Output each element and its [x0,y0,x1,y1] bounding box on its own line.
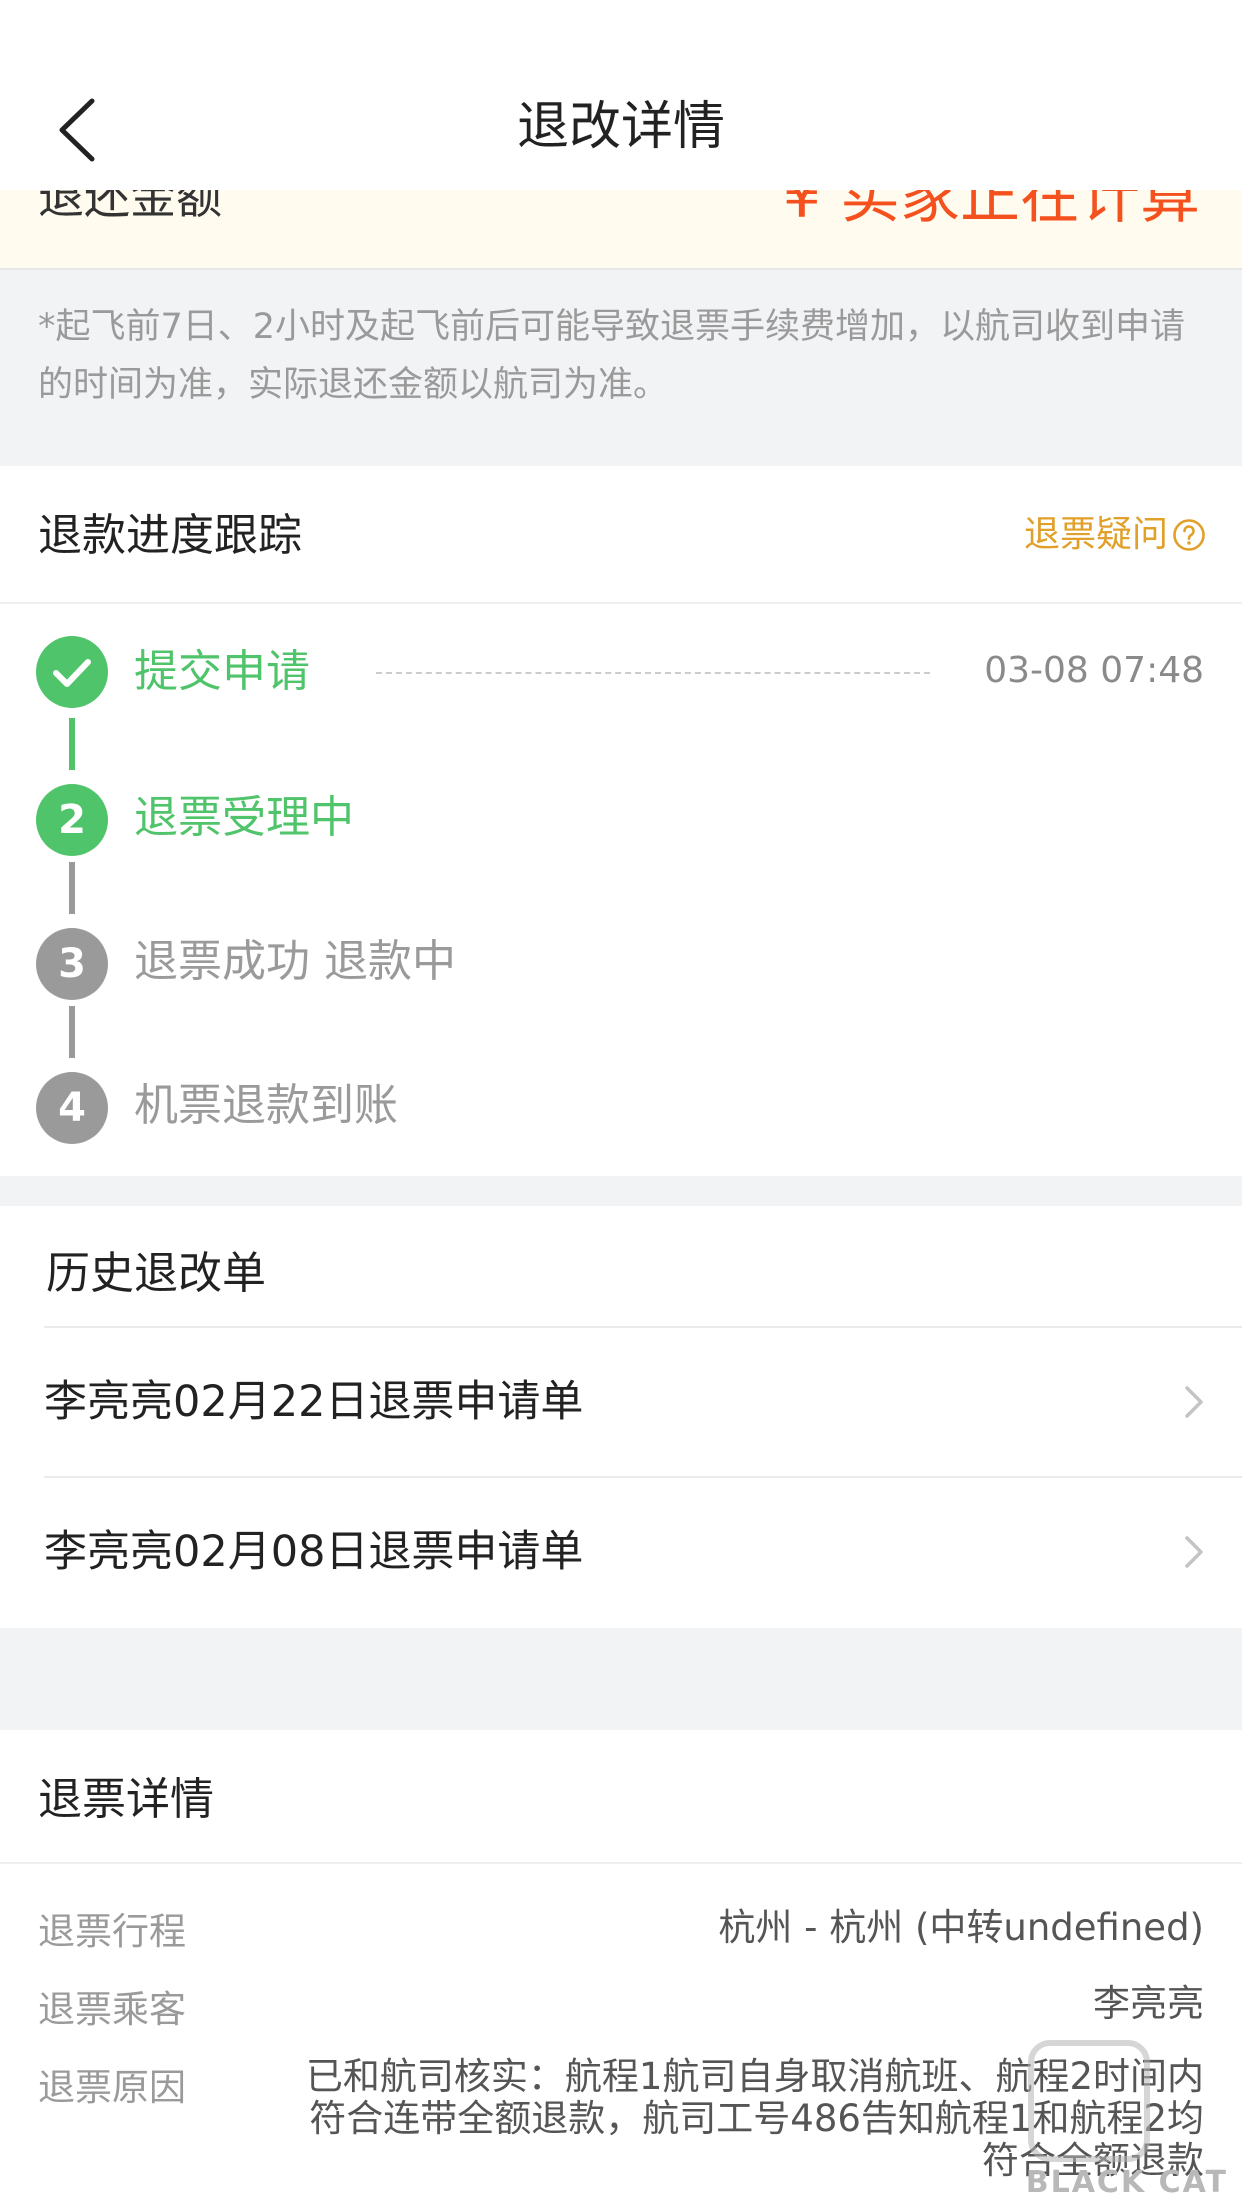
history-title: 历史退改单 [46,1248,266,1299]
passenger-value: 李亮亮 [1093,1982,1204,2025]
details-divider [0,1862,1242,1864]
chevron-right-icon [1185,1386,1203,1418]
refund-question-link[interactable]: 退票疑问 [1024,510,1206,560]
step-connector-1 [69,718,75,770]
refund-notice: *起飞前7日、2小时及起飞前后可能导致退票手续费增加，以航司收到申请的时间为准，… [0,270,1242,466]
history-item-label: 李亮亮02月08日退票申请单 [44,1527,584,1577]
step-4-label: 机票退款到账 [134,1080,398,1131]
refund-progress-panel: 退款进度跟踪 退票疑问 提交申请 03-08 07:48 2 退票受理中 3 退… [0,466,1242,1176]
details-title: 退票详情 [38,1774,214,1825]
help-link-label: 退票疑问 [1023,514,1168,555]
step-connector-2 [69,862,75,914]
reason-label: 退票原因 [38,2066,186,2109]
question-circle-icon [1173,519,1205,551]
step-1-dashed-line [376,672,930,674]
step-2-dot: 2 [36,784,108,856]
step-3-label: 退票成功 退款中 [134,936,456,987]
history-orders-panel: 历史退改单 李亮亮02月22日退票申请单 李亮亮02月08日退票申请单 [0,1206,1242,1628]
step-connector-3 [69,1006,75,1058]
chevron-right-icon [1185,1536,1203,1568]
watermark-text: BLACK CAT [1025,2165,1228,2200]
refund-amount-value: ¥ 实家正在计算 [782,190,1200,232]
itinerary-value: 杭州 - 杭州 (中转undefined) [718,1906,1204,1949]
itinerary-label: 退票行程 [38,1910,186,1953]
step-1-time: 03-08 07:48 [984,650,1204,691]
step-4-dot: 4 [36,1072,108,1144]
black-cat-watermark: BLACK CAT [972,2038,1242,2208]
refund-amount-row: 退还金额 ¥ 实家正在计算 [0,190,1242,270]
top-bar: 退改详情 [0,0,1242,190]
notice-text: *起飞前7日、2小时及起飞前后可能导致退票手续费增加，以航司收到申请的时间为准，… [38,307,1186,405]
passenger-label: 退票乘客 [38,1988,186,2031]
progress-divider [0,602,1242,604]
progress-title: 退款进度跟踪 [38,510,302,561]
refund-amount-label: 退还金额 [38,190,222,224]
page-title: 退改详情 [516,97,725,157]
cat-logo-icon [1028,2040,1150,2162]
step-2-label: 退票受理中 [134,792,354,843]
step-1-dot [36,636,108,708]
history-item-label: 李亮亮02月22日退票申请单 [44,1377,584,1427]
history-item[interactable]: 李亮亮02月22日退票申请单 [44,1328,1242,1476]
history-item[interactable]: 李亮亮02月08日退票申请单 [44,1478,1242,1626]
step-3-dot: 3 [36,928,108,1000]
checkmark-icon [53,659,91,687]
step-1-label: 提交申请 [134,646,310,697]
